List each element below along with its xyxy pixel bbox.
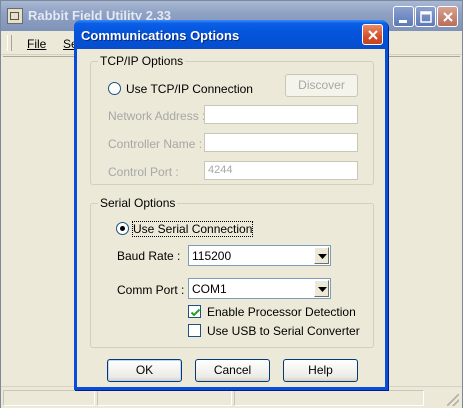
help-button[interactable]: Help — [283, 359, 358, 382]
use-serial-label[interactable]: Use Serial Connection — [131, 221, 254, 237]
minimize-icon[interactable] — [393, 6, 414, 27]
dialog-title: Communications Options — [81, 28, 240, 43]
use-tcp-label[interactable]: Use TCP/IP Connection — [126, 82, 253, 96]
enable-processor-detection-label[interactable]: Enable Processor Detection — [207, 305, 356, 319]
menubar-grip — [7, 35, 12, 51]
comm-port-value: COM1 — [192, 282, 227, 296]
baud-rate-value: 115200 — [192, 249, 232, 263]
enable-processor-detection-checkbox[interactable] — [188, 305, 201, 318]
app-icon — [7, 8, 23, 24]
menu-file[interactable]: File — [27, 37, 46, 51]
comm-port-select[interactable]: COM1 — [188, 278, 331, 299]
discover-button[interactable]: Discover — [285, 74, 358, 97]
chevron-down-icon[interactable] — [314, 247, 329, 264]
resize-grip-icon[interactable] — [447, 394, 459, 406]
use-usb-converter-label[interactable]: Use USB to Serial Converter — [207, 324, 360, 338]
baud-rate-select[interactable]: 115200 — [188, 245, 331, 266]
control-port-label: Control Port : — [108, 165, 179, 179]
communications-options-dialog: Communications Options TCP/IP Options Us… — [74, 20, 388, 390]
network-address-input[interactable] — [204, 105, 358, 124]
network-address-label: Network Address : — [108, 109, 206, 123]
dialog-titlebar[interactable]: Communications Options — [74, 20, 388, 49]
use-tcp-radio[interactable] — [108, 82, 121, 95]
controller-name-input[interactable] — [204, 133, 358, 152]
close-icon[interactable] — [362, 24, 383, 45]
main-close-icon[interactable] — [437, 6, 458, 27]
controller-name-label: Controller Name : — [108, 137, 203, 151]
maximize-icon[interactable] — [415, 6, 436, 27]
menu-file-label: File — [27, 37, 47, 51]
status-pane-2 — [97, 390, 232, 406]
ok-button[interactable]: OK — [107, 359, 182, 382]
status-pane-1 — [3, 390, 95, 406]
tcp-ip-options-legend: TCP/IP Options — [100, 54, 184, 68]
status-pane-3 — [234, 390, 424, 406]
comm-port-label: Comm Port : — [117, 283, 185, 297]
cancel-button[interactable]: Cancel — [195, 359, 270, 382]
control-port-input[interactable]: 4244 — [204, 161, 358, 180]
chevron-down-icon[interactable] — [314, 280, 329, 297]
baud-rate-label: Baud Rate : — [117, 249, 181, 263]
use-usb-converter-checkbox[interactable] — [188, 324, 201, 337]
serial-options-legend: Serial Options — [100, 196, 176, 210]
use-serial-radio[interactable] — [116, 222, 129, 235]
